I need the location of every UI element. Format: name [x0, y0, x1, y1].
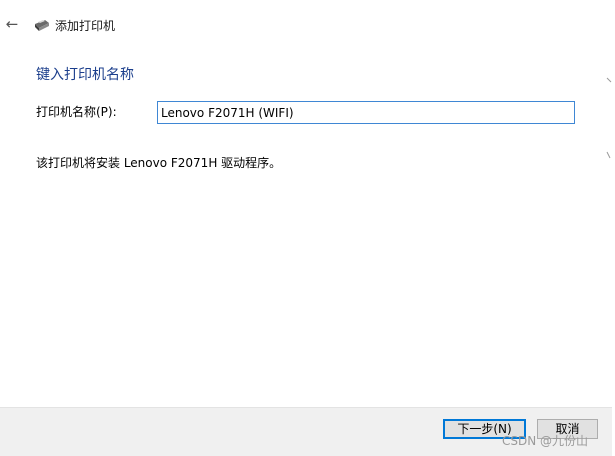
title-bar: ← 添加打印机 — [0, 8, 600, 42]
window-title: 添加打印机 — [55, 19, 116, 33]
page-heading: 键入打印机名称 — [36, 67, 134, 83]
driver-info-text: 该打印机将安装 Lenovo F2071H 驱动程序。 — [36, 156, 282, 170]
printer-icon — [35, 20, 49, 31]
button-bar: 下一步(N) 取消 CSDN @九份山 — [0, 407, 612, 456]
printer-name-label: 打印机名称(P): — [36, 105, 117, 119]
back-arrow-icon: ← — [5, 15, 19, 33]
background-window-edge — [606, 77, 612, 159]
add-printer-dialog: ← 添加打印机 键入打印机名称 打印机名称(P): 该打印机将安装 Lenovo… — [0, 0, 615, 456]
back-button[interactable]: ← — [2, 14, 22, 34]
watermark: CSDN @九份山 — [502, 434, 589, 448]
printer-name-input[interactable] — [157, 101, 575, 124]
